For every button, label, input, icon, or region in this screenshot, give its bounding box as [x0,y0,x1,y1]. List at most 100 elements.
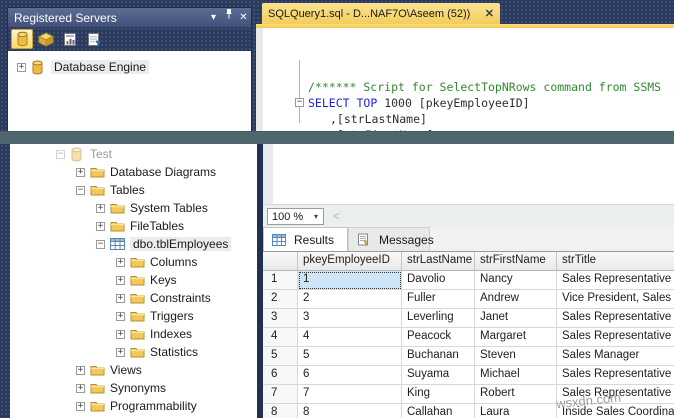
grid-cell[interactable]: Michael [475,366,557,385]
table-row: 88CallahanLauraInside Sales Coordinator [263,404,674,418]
database-icon [31,59,48,75]
expander-icon[interactable]: + [76,384,85,393]
analysis-services-button[interactable] [35,29,57,49]
expander-icon[interactable]: + [76,366,85,375]
grid-cell[interactable]: King [402,385,475,404]
pin-icon[interactable] [221,8,236,27]
grid-cell[interactable]: Peacock [402,328,475,347]
tab-close-icon[interactable]: ✕ [485,7,494,20]
messages-icon [357,232,374,248]
grid-column-header[interactable]: strTitle [557,252,674,271]
grid-cell[interactable]: 3 [298,309,402,328]
grid-cell[interactable]: Leverling [402,309,475,328]
grid-cell[interactable]: Callahan [402,404,475,418]
grid-cell[interactable]: Sales Representative [557,271,674,290]
expander-icon[interactable]: + [116,312,125,321]
expander-icon[interactable]: + [76,168,85,177]
grid-cell[interactable]: Sales Representative [557,366,674,385]
expander-icon[interactable]: + [116,258,125,267]
expander-icon[interactable]: + [116,330,125,339]
grid-row-number[interactable]: 2 [263,290,298,309]
splitter-seam[interactable] [0,131,674,144]
tree-node-programmability[interactable]: +Programmability [10,397,257,415]
grid-cell[interactable]: Davolio [402,271,475,290]
tree-node-views[interactable]: +Views [10,361,257,379]
grid-row-number[interactable]: 5 [263,347,298,366]
tree-node-statistics[interactable]: +Statistics [10,343,257,361]
expander-icon[interactable]: + [17,63,26,72]
grid-cell[interactable]: Robert [475,385,557,404]
tree-node-indexes[interactable]: +Indexes [10,325,257,343]
tree-node-columns[interactable]: +Columns [10,253,257,271]
tree-node-system-tables[interactable]: +System Tables [10,199,257,217]
grid-row-number[interactable]: 7 [263,385,298,404]
expander-icon[interactable]: − [96,240,105,249]
registered-servers-tree: + Database Engine [8,51,251,131]
expander-icon[interactable]: + [76,402,85,411]
database-engine-button[interactable] [11,29,33,49]
grid-cell[interactable]: 8 [298,404,402,418]
grid-cell[interactable]: Janet [475,309,557,328]
tree-node-database-diagrams[interactable]: +Database Diagrams [10,163,257,181]
grid-cell[interactable]: Andrew [475,290,557,309]
document-tab[interactable]: SQLQuery1.sql - D...NAF7O\Aseem (52)) ✕ [262,3,500,24]
grid-cell[interactable]: 1 [298,271,402,290]
scrollbar-left-arrow-icon[interactable]: < [333,209,340,223]
expander-icon[interactable]: − [76,186,85,195]
grid-cell[interactable]: Steven [475,347,557,366]
grid-corner-cell[interactable] [263,252,298,271]
tree-node-dbo-tblemployees[interactable]: −dbo.tblEmployees [10,235,257,253]
grid-row-number[interactable]: 3 [263,309,298,328]
grid-cell[interactable]: Fuller [402,290,475,309]
expander-icon[interactable]: + [116,276,125,285]
code-token: /****** Script for SelectTopNRows comman… [308,80,661,94]
grid-cell[interactable]: Buchanan [402,347,475,366]
grid-cell[interactable]: Margaret [475,328,557,347]
grid-row-number[interactable]: 4 [263,328,298,347]
close-icon[interactable]: ✕ [236,9,251,27]
grid-cell[interactable]: Sales Representative [557,328,674,347]
expander-icon[interactable]: + [96,222,105,231]
grid-cell[interactable]: Sales Representative [557,309,674,328]
tree-node-filetables[interactable]: +FileTables [10,217,257,235]
grid-column-header[interactable]: strLastName [402,252,475,271]
grid-cell[interactable]: 4 [298,328,402,347]
grid-column-header[interactable]: strFirstName [475,252,557,271]
expander-icon[interactable]: + [116,294,125,303]
grid-column-header[interactable]: pkeyEmployeeID [298,252,402,271]
grid-cell[interactable]: Laura [475,404,557,418]
tab-results[interactable]: Results [263,227,348,251]
grid-cell[interactable]: 2 [298,290,402,309]
code-token: ,[strLastName] [330,112,427,126]
collapse-region-icon[interactable]: − [295,98,304,107]
grid-cell[interactable]: 6 [298,366,402,385]
integration-services-button[interactable] [83,29,105,49]
window-menu-icon[interactable]: ▾ [206,9,221,27]
registered-servers-titlebar[interactable]: Registered Servers ▾ ✕ [8,8,251,27]
expander-icon[interactable]: + [96,204,105,213]
grid-cell[interactable]: Vice President, Sales [557,290,674,309]
tree-node-triggers[interactable]: +Triggers [10,307,257,325]
grid-cell[interactable]: Sales Manager [557,347,674,366]
expander-icon[interactable]: − [56,150,65,159]
tree-node-database-engine[interactable]: + Database Engine [8,58,251,76]
sql-editor[interactable]: /****** Script for SelectTopNRows comman… [256,28,674,131]
tree-node-tables[interactable]: −Tables [10,181,257,199]
zoom-level-dropdown[interactable]: 100 % ▾ [267,208,324,225]
reporting-services-button[interactable] [59,29,81,49]
grid-cell[interactable]: 5 [298,347,402,366]
tree-node-constraints[interactable]: +Constraints [10,289,257,307]
tree-node-test[interactable]: −Test [10,145,257,163]
tab-messages[interactable]: Messages [348,227,430,251]
grid-cell[interactable]: Suyama [402,366,475,385]
grid-cell[interactable]: 7 [298,385,402,404]
grid-row-number[interactable]: 8 [263,404,298,418]
tree-node-keys[interactable]: +Keys [10,271,257,289]
grid-cell[interactable]: Nancy [475,271,557,290]
tab-results-label: Results [294,233,334,247]
tree-node-synonyms[interactable]: +Synonyms [10,379,257,397]
sql-code[interactable]: /****** Script for SelectTopNRows comman… [295,31,671,131]
expander-icon[interactable]: + [116,348,125,357]
grid-row-number[interactable]: 6 [263,366,298,385]
grid-row-number[interactable]: 1 [263,271,298,290]
